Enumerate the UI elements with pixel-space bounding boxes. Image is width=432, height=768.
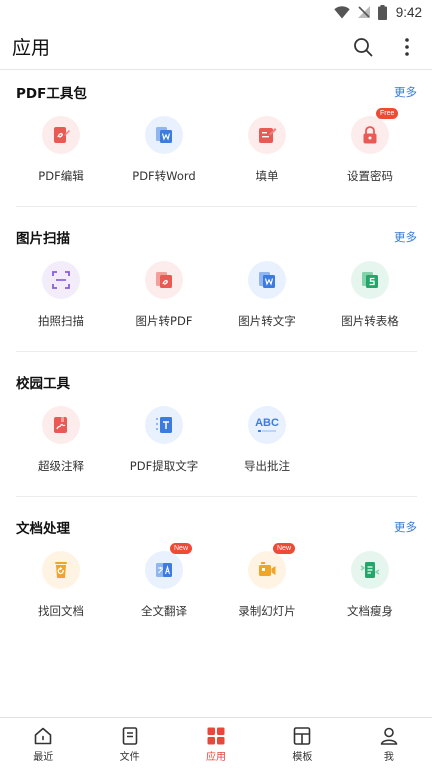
recover-trash-icon <box>55 562 67 578</box>
divider <box>16 351 417 352</box>
image-to-text-icon <box>259 272 275 288</box>
bottom-nav: 最近 文件 应用 模板 我 <box>0 717 432 768</box>
more-vertical-icon[interactable] <box>396 36 418 58</box>
search-icon[interactable] <box>352 36 374 58</box>
underline-mark <box>258 429 276 432</box>
free-badge: Free <box>376 108 399 119</box>
nav-label: 应用 <box>206 752 227 763</box>
profile-icon <box>380 727 398 745</box>
section-pdf-tools: PDF工具包 更多 PDF编辑 PDF转Word 填单 Free 设置密码 <box>0 82 432 192</box>
section-title: PDF工具包 <box>16 86 87 102</box>
record-slide-icon <box>259 562 276 576</box>
tool-label: PDF提取文字 <box>129 459 199 473</box>
tool-label: PDF转Word <box>132 169 196 183</box>
tool-label: 图片转PDF <box>135 314 193 328</box>
tool-label: 全文翻译 <box>141 604 187 618</box>
translate-icon <box>156 563 172 577</box>
tool-label: 文档瘦身 <box>347 604 393 618</box>
apps-grid-icon <box>207 727 225 745</box>
divider <box>16 496 417 497</box>
extract-text-icon <box>156 417 172 433</box>
nav-label: 模板 <box>292 752 313 763</box>
pdf-to-word-icon <box>156 127 172 143</box>
file-icon <box>122 727 137 745</box>
nav-label: 我 <box>383 752 394 763</box>
section-image-scan: 图片扫描 更多 拍照扫描 图片转PDF 图片转文字 图片转表格 <box>0 227 432 337</box>
fill-form-icon <box>259 128 277 143</box>
tool-label: 图片转表格 <box>341 314 399 328</box>
battery-icon <box>377 4 387 20</box>
template-icon <box>294 727 311 745</box>
nav-label: 最近 <box>33 752 54 763</box>
no-signal-icon <box>357 5 371 19</box>
more-link[interactable]: 更多 <box>394 519 417 535</box>
tool-label: 录制幻灯片 <box>238 604 296 618</box>
tool-label: 找回文档 <box>38 604 84 618</box>
image-to-pdf-icon <box>156 272 172 288</box>
app-bar: 应用 <box>0 24 432 70</box>
nav-item-me[interactable]: 我 <box>346 718 432 768</box>
status-time: 9:42 <box>395 4 422 20</box>
section-title: 图片扫描 <box>16 231 70 247</box>
pdf-edit-icon <box>54 127 70 143</box>
slim-doc-icon <box>360 562 380 578</box>
tool-label: 超级注释 <box>38 459 84 473</box>
wifi-icon <box>334 5 350 19</box>
home-icon <box>34 727 52 745</box>
section-title: 文档处理 <box>16 521 70 537</box>
nav-label: 文件 <box>119 752 140 763</box>
more-link[interactable]: 更多 <box>394 84 417 100</box>
nav-item-apps[interactable]: 应用 <box>173 718 259 768</box>
page-title: 应用 <box>12 37 51 59</box>
section-title: 校园工具 <box>16 376 70 392</box>
image-to-table-icon <box>362 272 378 288</box>
tool-label: 填单 <box>255 169 279 183</box>
more-link[interactable]: 更多 <box>394 229 417 245</box>
tool-label: 导出批注 <box>244 459 290 473</box>
export-abc-icon: ABC <box>255 416 279 429</box>
tool-label: PDF编辑 <box>38 169 84 183</box>
scan-icon <box>52 271 70 289</box>
tool-label: 图片转文字 <box>238 314 296 328</box>
tool-label: 设置密码 <box>347 169 393 183</box>
section-campus-tools: 校园工具 超级注释 PDF提取文字 ABC 导出批注 <box>0 372 432 482</box>
tool-label: 拍照扫描 <box>38 314 84 328</box>
divider <box>16 206 417 207</box>
nav-item-recent[interactable]: 最近 <box>0 718 86 768</box>
section-doc-processing: 文档处理 更多 找回文档 New 全文翻译 New 录制幻灯片 文档瘦身 <box>0 517 432 627</box>
new-badge: New <box>273 543 296 554</box>
nav-item-files[interactable]: 文件 <box>86 718 172 768</box>
annotate-icon <box>54 417 67 433</box>
lock-icon <box>363 126 377 144</box>
new-badge: New <box>170 543 193 554</box>
nav-item-templates[interactable]: 模板 <box>259 718 345 768</box>
status-bar: 9:42 <box>0 0 432 24</box>
